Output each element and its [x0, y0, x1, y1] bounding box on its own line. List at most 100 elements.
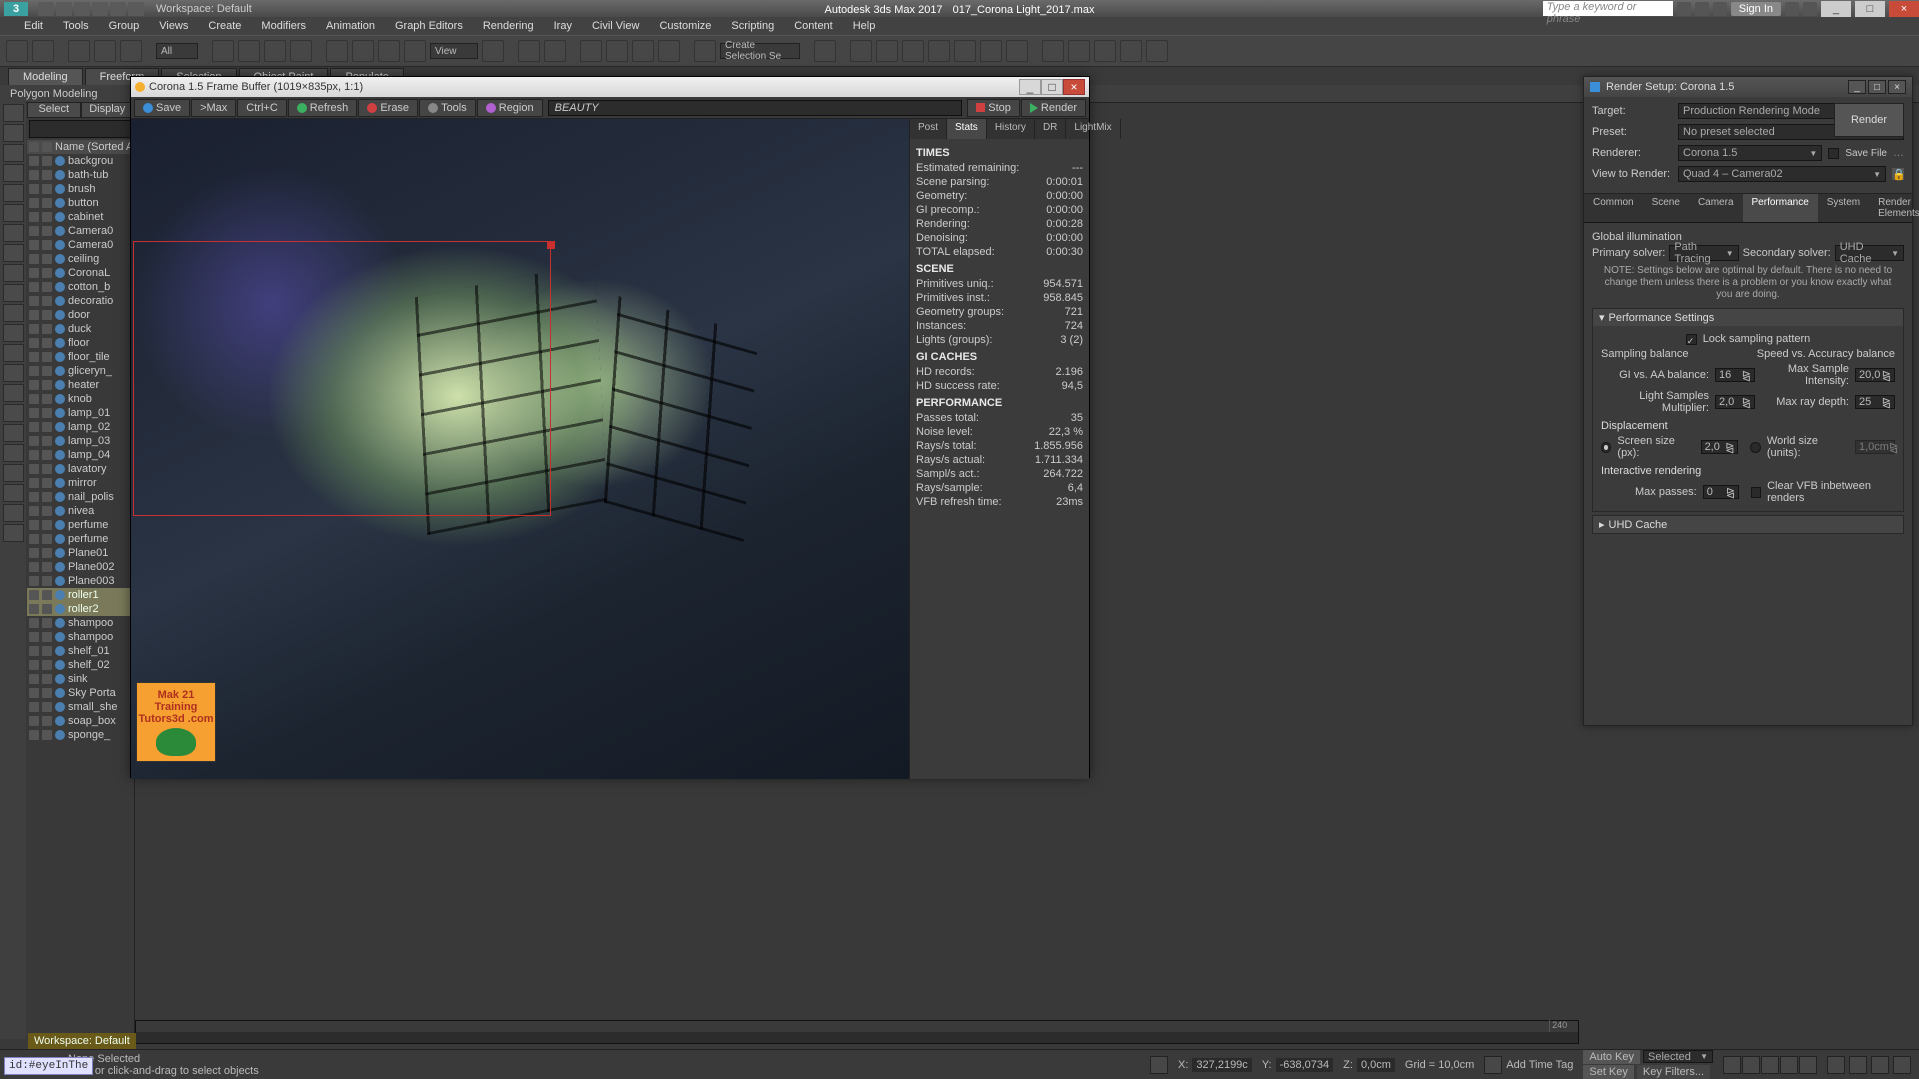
curve-editor-icon[interactable]	[954, 40, 976, 62]
ss-spinner[interactable]: 2,0⧎	[1701, 440, 1739, 454]
scene-item[interactable]: button	[27, 196, 134, 210]
fb-close-button[interactable]: ×	[1063, 79, 1085, 95]
scene-item[interactable]: lamp_02	[27, 420, 134, 434]
uhd-rollout-header[interactable]: ▸ UHD Cache	[1593, 516, 1903, 533]
tab-select[interactable]: Select	[27, 102, 81, 118]
scene-item[interactable]: knob	[27, 392, 134, 406]
fb-stop-button[interactable]: Stop	[967, 99, 1020, 117]
scene-item[interactable]: decoratio	[27, 294, 134, 308]
freeze-icon[interactable]	[42, 562, 52, 572]
freeze-icon[interactable]	[42, 632, 52, 642]
menu-animation[interactable]: Animation	[326, 20, 375, 32]
visibility-icon[interactable]	[29, 352, 39, 362]
left-tool-21[interactable]	[3, 524, 24, 542]
rp-tab-camera[interactable]: Camera	[1689, 194, 1743, 222]
left-tool-19[interactable]	[3, 484, 24, 502]
scene-item[interactable]: nivea	[27, 504, 134, 518]
freeze-icon[interactable]	[42, 604, 52, 614]
snap-icon[interactable]	[580, 40, 602, 62]
scene-item[interactable]: backgrou	[27, 154, 134, 168]
left-tool-5[interactable]	[3, 204, 24, 222]
visibility-icon[interactable]	[29, 282, 39, 292]
freeze-icon[interactable]	[42, 422, 52, 432]
timeline[interactable]: 240	[135, 1020, 1579, 1044]
menu-customize[interactable]: Customize	[659, 20, 711, 32]
freeze-icon[interactable]	[42, 646, 52, 656]
x1-icon[interactable]	[1785, 2, 1799, 16]
qat-redo-icon[interactable]	[110, 2, 126, 16]
scene-item[interactable]: brush	[27, 182, 134, 196]
menu-views[interactable]: Views	[159, 20, 188, 32]
menu-rendering[interactable]: Rendering	[483, 20, 534, 32]
schematic-icon[interactable]	[980, 40, 1002, 62]
visibility-icon[interactable]	[29, 632, 39, 642]
keyboard-icon[interactable]	[544, 40, 566, 62]
scene-search-input[interactable]	[29, 120, 132, 138]
minimize-button[interactable]: _	[1821, 1, 1851, 17]
freeze-icon[interactable]	[42, 450, 52, 460]
scene-item[interactable]: bath-tub	[27, 168, 134, 182]
visibility-icon[interactable]	[29, 436, 39, 446]
freeze-icon[interactable]	[42, 394, 52, 404]
scene-item[interactable]: cabinet	[27, 210, 134, 224]
keymode-select[interactable]: Selected▼	[1643, 1050, 1713, 1063]
visibility-icon[interactable]	[29, 380, 39, 390]
visibility-icon[interactable]	[29, 548, 39, 558]
scene-item[interactable]: door	[27, 308, 134, 322]
visibility-icon[interactable]	[29, 310, 39, 320]
menu-iray[interactable]: Iray	[554, 20, 572, 32]
user-icon[interactable]	[1713, 2, 1727, 16]
autokey-button[interactable]: Auto Key	[1583, 1050, 1640, 1064]
play-icon[interactable]	[1761, 1056, 1779, 1074]
rotate-icon[interactable]	[352, 40, 374, 62]
visibility-icon[interactable]	[29, 562, 39, 572]
visibility-icon[interactable]	[29, 730, 39, 740]
freeze-icon[interactable]	[42, 590, 52, 600]
perf-rollout-header[interactable]: ▾ Performance Settings	[1593, 309, 1903, 326]
manip-icon[interactable]	[518, 40, 540, 62]
visibility-icon[interactable]	[29, 156, 39, 166]
app-logo-icon[interactable]: 3	[4, 2, 28, 16]
visibility-icon[interactable]	[29, 296, 39, 306]
visibility-icon[interactable]	[29, 422, 39, 432]
fb-erase-button[interactable]: Erase	[358, 99, 418, 117]
fb-region-button[interactable]: Region	[477, 99, 543, 117]
rp-tab-scene[interactable]: Scene	[1643, 194, 1689, 222]
scene-item[interactable]: sponge_	[27, 728, 134, 742]
visibility-icon[interactable]	[29, 702, 39, 712]
left-tool-0[interactable]	[3, 104, 24, 122]
freeze-icon[interactable]	[42, 716, 52, 726]
scene-item[interactable]: Camera0	[27, 238, 134, 252]
left-tool-1[interactable]	[3, 124, 24, 142]
visibility-icon[interactable]	[29, 170, 39, 180]
freeze-icon[interactable]	[42, 296, 52, 306]
scene-item[interactable]: roller2	[27, 602, 134, 616]
visibility-icon[interactable]	[29, 450, 39, 460]
maxpasses-spinner[interactable]: 0⧎	[1703, 485, 1739, 499]
visibility-icon[interactable]	[29, 240, 39, 250]
left-tool-18[interactable]	[3, 464, 24, 482]
window-cross-icon[interactable]	[290, 40, 312, 62]
gi-aa-spinner[interactable]: 16⧎	[1715, 368, 1755, 382]
visibility-icon[interactable]	[29, 520, 39, 530]
spinner-snap-icon[interactable]	[658, 40, 680, 62]
freeze-icon[interactable]	[42, 464, 52, 474]
qat-new-icon[interactable]	[38, 2, 54, 16]
undo-icon[interactable]	[6, 40, 28, 62]
stats-tab-post[interactable]: Post	[910, 119, 947, 139]
visibility-icon[interactable]	[29, 646, 39, 656]
visibility-icon[interactable]	[29, 324, 39, 334]
select-icon[interactable]	[212, 40, 234, 62]
scene-item[interactable]: roller1	[27, 588, 134, 602]
scene-item[interactable]: gliceryn_	[27, 364, 134, 378]
scene-item[interactable]: perfume	[27, 518, 134, 532]
qat-undo-icon[interactable]	[92, 2, 108, 16]
scene-item[interactable]: ceiling	[27, 252, 134, 266]
close-button[interactable]: ×	[1889, 1, 1919, 17]
render-viewport[interactable]	[131, 119, 909, 779]
redo-icon[interactable]	[32, 40, 54, 62]
visibility-icon[interactable]	[29, 198, 39, 208]
freeze-icon[interactable]	[42, 506, 52, 516]
ribbon-icon[interactable]	[928, 40, 950, 62]
scene-item[interactable]: shampoo	[27, 630, 134, 644]
